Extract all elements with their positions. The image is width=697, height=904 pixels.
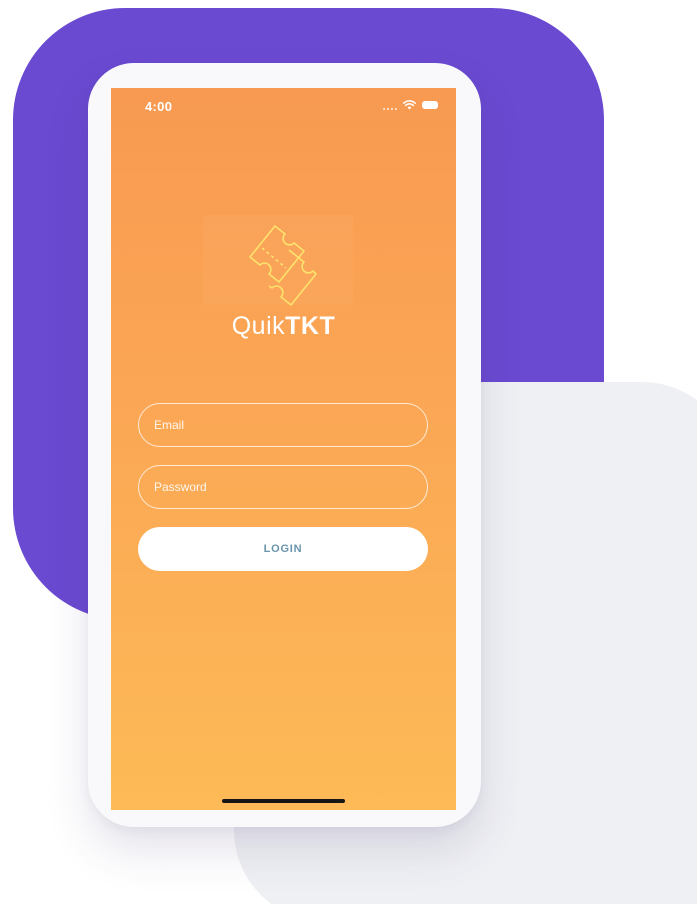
- brand-name-light: Quik: [231, 312, 286, 340]
- app-screen: 4:00 QuikTKT Email LOGIN: [111, 88, 456, 810]
- status-bar: 4:00: [111, 88, 456, 128]
- password-input[interactable]: [138, 465, 428, 509]
- mockup-stage: 4:00 QuikTKT Email LOGIN: [0, 0, 697, 904]
- signal-dots-icon: [383, 100, 397, 110]
- brand-name-bold: TKT: [285, 312, 336, 340]
- home-indicator: [222, 799, 345, 803]
- email-input[interactable]: [138, 403, 428, 447]
- ticket-icon: [249, 225, 317, 306]
- phone-frame: 4:00 QuikTKT Email LOGIN: [88, 63, 481, 827]
- status-icons: [383, 100, 438, 110]
- wifi-icon: [403, 100, 416, 110]
- status-time: 4:00: [145, 99, 173, 114]
- login-button[interactable]: LOGIN: [138, 527, 428, 571]
- brand-name: QuikTKT: [111, 312, 456, 341]
- battery-icon: [422, 101, 438, 109]
